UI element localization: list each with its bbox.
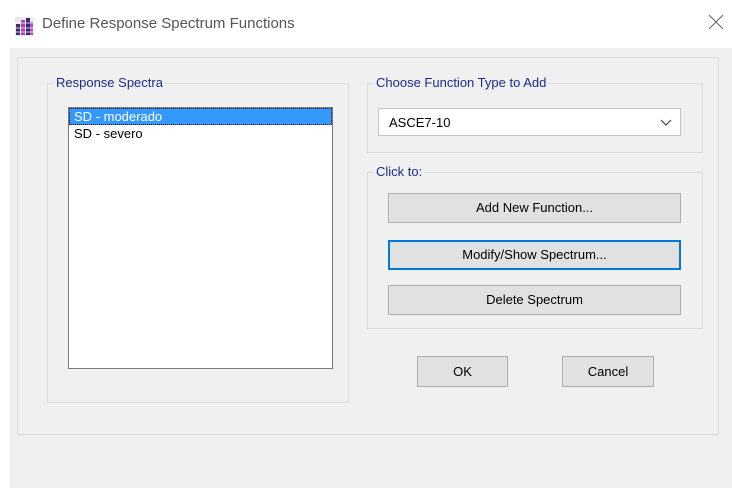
function-type-label: Choose Function Type to Add <box>374 75 549 91</box>
window-edge <box>0 48 10 488</box>
function-type-value: ASCE7-10 <box>389 115 451 130</box>
delete-spectrum-button[interactable]: Delete Spectrum <box>388 285 681 315</box>
list-item[interactable]: SD - moderado <box>69 108 332 125</box>
list-item[interactable]: SD - severo <box>69 125 332 142</box>
response-spectra-list[interactable]: SD - moderado SD - severo <box>68 107 333 369</box>
add-new-function-button[interactable]: Add New Function... <box>388 193 681 223</box>
close-icon[interactable] <box>706 12 726 32</box>
modify-show-spectrum-button[interactable]: Modify/Show Spectrum... <box>388 240 681 270</box>
dialog-window: Define Response Spectrum Functions Respo… <box>0 0 732 488</box>
function-type-dropdown[interactable]: ASCE7-10 <box>378 108 681 136</box>
ok-button[interactable]: OK <box>417 356 508 387</box>
window-title: Define Response Spectrum Functions <box>42 15 295 32</box>
cancel-button[interactable]: Cancel <box>562 356 654 387</box>
click-to-label: Click to: <box>374 164 425 180</box>
app-grid-icon <box>15 17 34 36</box>
response-spectra-label: Response Spectra <box>54 75 165 91</box>
chevron-down-icon <box>660 119 672 126</box>
title-bar: Define Response Spectrum Functions <box>10 0 732 48</box>
